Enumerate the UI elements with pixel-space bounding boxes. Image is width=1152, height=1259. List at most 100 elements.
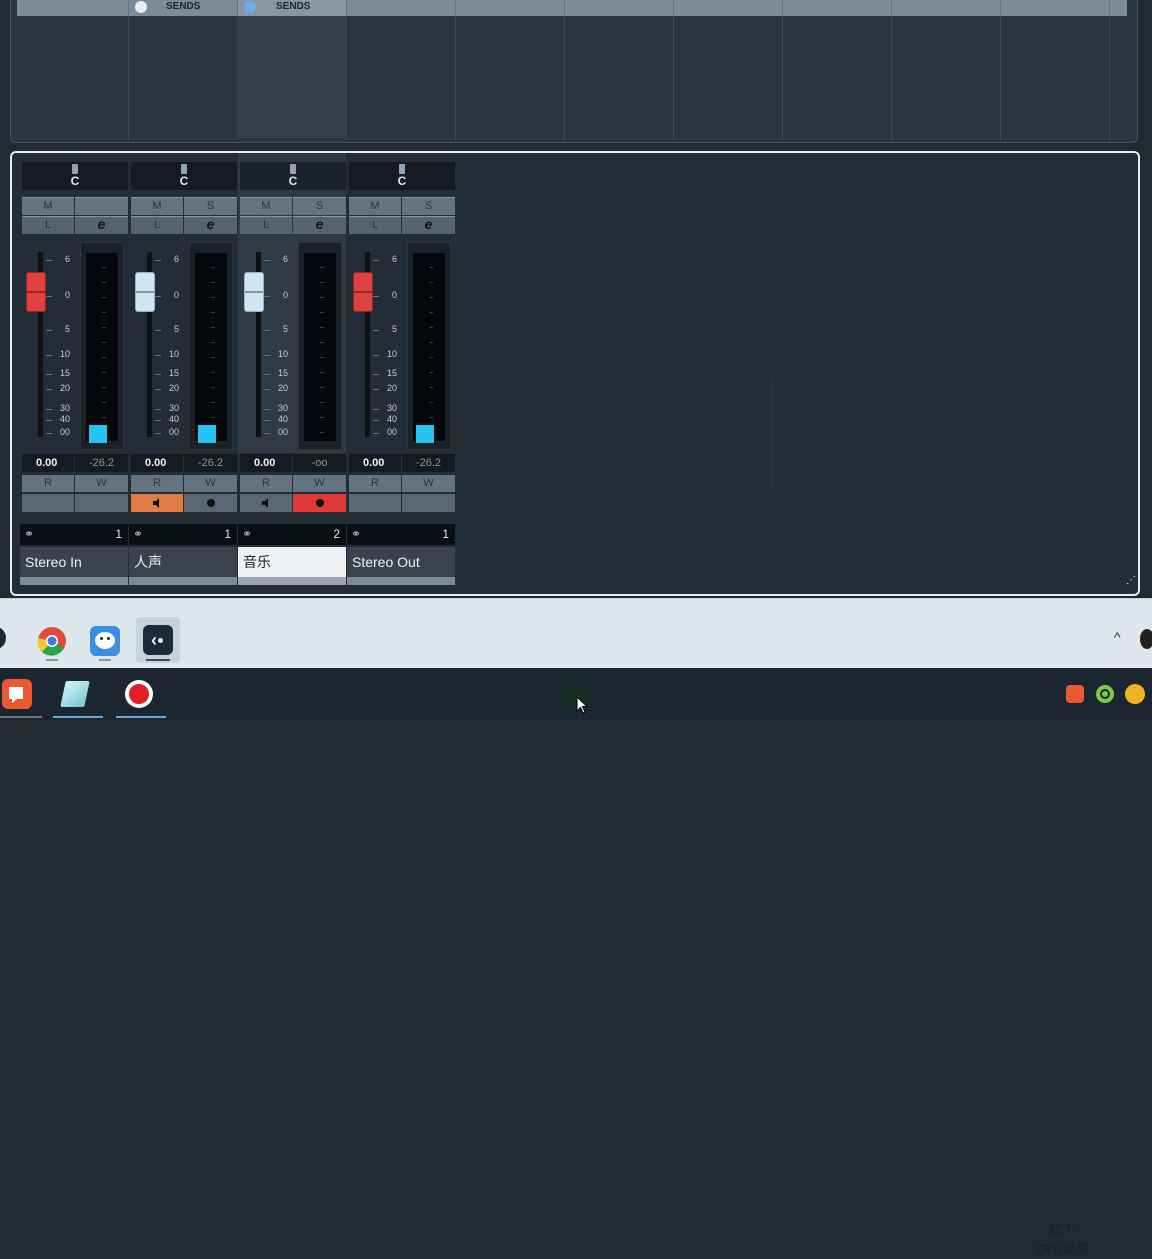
read-automation-button[interactable]: R [240, 475, 292, 492]
meter-tick [211, 402, 215, 403]
channel-strip: C MSLe 6 0 5 10 15 20 30 40 00 0.00 -26.2 R W ⚭ 1 人声 [121, 153, 237, 594]
column-divider [1109, 16, 1110, 140]
scale-label: 10 [59, 349, 70, 359]
volume-fader[interactable] [353, 272, 373, 312]
stereo-link-icon[interactable]: ⚭ [24, 527, 34, 541]
meter-tick [211, 357, 215, 358]
scale-label: 20 [168, 383, 179, 393]
mute-button[interactable]: M [349, 197, 401, 215]
sends-separator [128, 0, 129, 16]
volume-fader[interactable] [26, 272, 46, 312]
monitor-speaker-icon[interactable] [131, 494, 183, 512]
pan-control[interactable]: C [349, 162, 455, 190]
chrome-icon[interactable] [37, 626, 67, 656]
monitor-speaker-icon[interactable] [240, 494, 292, 512]
tray-app-icon[interactable] [1140, 629, 1152, 649]
scale-label: 15 [386, 368, 397, 378]
column-divider [891, 16, 892, 140]
read-automation-button[interactable]: R [349, 475, 401, 492]
meter-tick [320, 327, 324, 328]
temperature-value: 32℃ [1047, 1221, 1077, 1236]
stereo-link-icon[interactable]: ⚭ [351, 527, 361, 541]
volume-readout[interactable]: 0.00 [349, 454, 401, 472]
stereo-link-icon[interactable]: ⚭ [242, 527, 252, 541]
tray-status-icon[interactable] [1096, 685, 1114, 703]
scale-label: 00 [168, 427, 179, 437]
volume-readout[interactable]: 0.00 [22, 454, 74, 472]
pan-indicator[interactable] [290, 164, 296, 174]
pan-control[interactable]: C [240, 162, 346, 190]
meter-tick [429, 417, 433, 418]
send-enable-dot[interactable] [244, 1, 256, 13]
read-automation-button[interactable]: R [22, 475, 74, 492]
edit-channel-button[interactable]: e [402, 216, 455, 234]
volume-fader[interactable] [135, 272, 155, 312]
record-app-icon[interactable] [125, 680, 153, 708]
meter-tick [211, 387, 215, 388]
send-enable-dot[interactable] [135, 1, 147, 13]
mute-button[interactable]: M [240, 197, 292, 215]
meter-tick [211, 342, 215, 343]
pan-indicator[interactable] [181, 164, 187, 174]
meter-tick [320, 357, 324, 358]
meter-tick [211, 282, 215, 283]
running-indicator [99, 659, 111, 661]
sends-label[interactable]: SENDS [276, 1, 310, 12]
meter-tick [429, 297, 433, 298]
monitor-button[interactable] [22, 494, 74, 512]
mute-button[interactable]: M [131, 197, 183, 215]
volume-readout[interactable]: 0.00 [240, 454, 292, 472]
volume-readout[interactable]: 0.00 [131, 454, 183, 472]
presentation-app-icon[interactable] [2, 679, 32, 709]
tray-presentation-icon[interactable] [1066, 685, 1084, 703]
volume-fader[interactable] [244, 272, 264, 312]
fader-section: 6 0 5 10 15 20 30 40 00 [22, 240, 128, 450]
cubase-icon[interactable]: ‹ [143, 625, 173, 655]
pan-indicator[interactable] [72, 164, 78, 174]
pan-value: C [179, 174, 189, 188]
channel-name[interactable]: 音乐 [238, 547, 346, 577]
pan-indicator[interactable] [399, 164, 405, 174]
write-automation-button[interactable]: W [402, 475, 455, 492]
meter-tick [320, 267, 324, 268]
record-button[interactable] [402, 494, 455, 512]
qq-icon[interactable] [90, 626, 120, 656]
meter-tick [320, 417, 324, 418]
fader-section: 6 0 5 10 15 20 30 40 00 [349, 240, 455, 450]
pan-control[interactable]: C [131, 162, 237, 190]
channel-number-row: ⚭ 2 [238, 524, 346, 545]
channel-strip: C MSLe 6 0 5 10 15 20 30 40 00 0.00 -oo R W ⚭ 2 音乐 [230, 153, 346, 594]
solo-button[interactable]: S [402, 197, 455, 215]
listen-button[interactable]: L [240, 216, 292, 234]
scale-label: 6 [173, 254, 179, 264]
listen-button[interactable]: L [22, 216, 74, 234]
stereo-link-icon[interactable]: ⚭ [133, 527, 143, 541]
listen-button[interactable]: L [131, 216, 183, 234]
sends-label[interactable]: SENDS [166, 1, 200, 12]
monitor-button[interactable] [349, 494, 401, 512]
meter-tick [211, 267, 215, 268]
peak-readout[interactable]: -26.2 [402, 454, 455, 472]
column-divider [1000, 16, 1001, 140]
tray-expand-icon[interactable]: ^ [1114, 629, 1121, 645]
mute-button[interactable]: M [22, 197, 74, 215]
scale-label: 20 [59, 383, 70, 393]
column-divider [128, 16, 129, 140]
tray-pet-icon[interactable] [1125, 684, 1145, 704]
scale-label: 6 [391, 254, 397, 264]
meter-tick [211, 312, 215, 313]
app-icon-partial[interactable] [0, 627, 6, 649]
meter-tick [320, 282, 324, 283]
pan-control[interactable]: C [22, 162, 128, 190]
scale-label: 40 [168, 414, 179, 424]
resize-handle-icon[interactable]: ⋰ [1126, 575, 1136, 586]
mouse-cursor-icon [576, 696, 588, 714]
channel-name[interactable]: Stereo Out [347, 547, 455, 577]
notepad-app-icon[interactable] [60, 681, 90, 707]
listen-button[interactable]: L [349, 216, 401, 234]
channel-name[interactable]: Stereo In [20, 547, 128, 577]
channel-name[interactable]: 人声 [129, 547, 237, 577]
meter-tick [429, 267, 433, 268]
meter-tick [211, 327, 215, 328]
read-automation-button[interactable]: R [131, 475, 183, 492]
